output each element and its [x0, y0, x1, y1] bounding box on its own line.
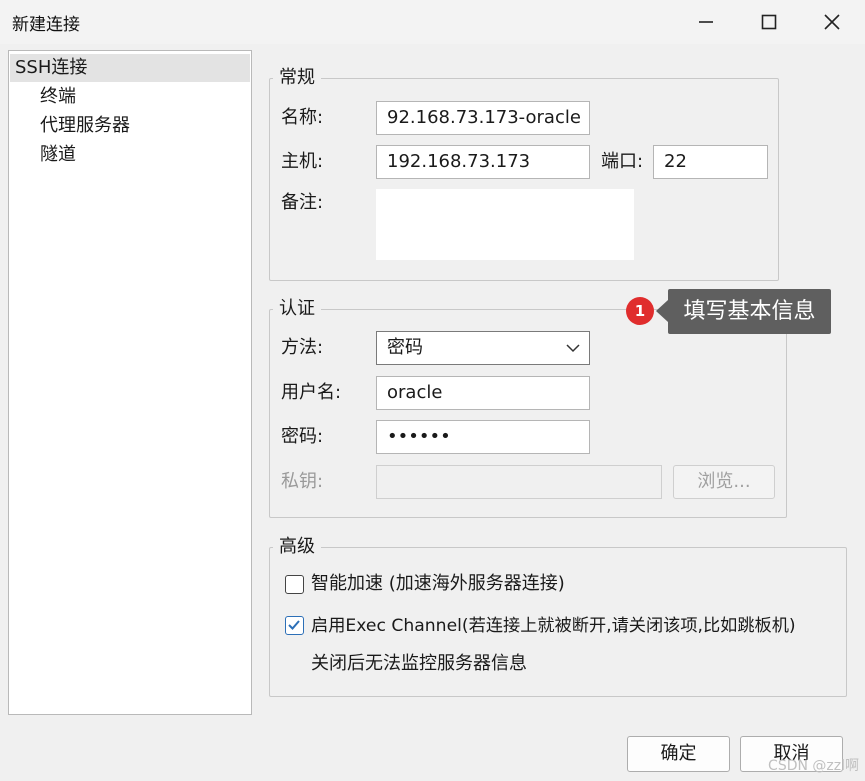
- private-key-label: 私钥:: [281, 471, 324, 492]
- annotation-tooltip: 填写基本信息: [656, 289, 831, 334]
- exec-channel-label: 启用Exec Channel(若连接上就被断开,请关闭该项,比如跳板机): [311, 616, 796, 636]
- tree-item-terminal[interactable]: 终端: [40, 83, 76, 111]
- exec-channel-note: 关闭后无法监控服务器信息: [311, 653, 527, 674]
- auth-legend: 认证: [273, 298, 321, 320]
- name-label: 名称:: [281, 107, 324, 128]
- category-tree: SSH连接 终端 代理服务器 隧道: [8, 50, 252, 715]
- chevron-down-icon: [566, 344, 580, 353]
- smart-accel-checkbox[interactable]: [285, 575, 304, 594]
- smart-accel-label: 智能加速 (加速海外服务器连接): [311, 573, 565, 594]
- exec-channel-checkbox[interactable]: [285, 616, 304, 635]
- title-bar: 新建连接: [0, 0, 865, 44]
- method-select[interactable]: 密码: [376, 331, 590, 365]
- minimize-button[interactable]: [686, 6, 726, 38]
- checkmark-icon: [288, 620, 300, 630]
- watermark: CSDN @zzl啊: [768, 758, 859, 774]
- tree-item-tunnel[interactable]: 隧道: [40, 141, 76, 169]
- port-input[interactable]: 22: [653, 145, 768, 179]
- step-badge: 1: [626, 297, 654, 325]
- maximize-icon: [761, 14, 777, 30]
- username-label: 用户名:: [281, 382, 342, 403]
- close-icon: [824, 14, 840, 30]
- host-label: 主机:: [281, 151, 324, 172]
- private-key-input[interactable]: [376, 465, 662, 499]
- username-input[interactable]: oracle: [376, 376, 590, 410]
- port-label: 端口:: [601, 151, 644, 172]
- minimize-icon: [699, 21, 713, 23]
- method-label: 方法:: [281, 337, 324, 358]
- note-textarea[interactable]: [376, 189, 634, 260]
- tree-item-proxy[interactable]: 代理服务器: [40, 112, 130, 140]
- password-input[interactable]: ••••••: [376, 420, 590, 454]
- method-value: 密码: [387, 337, 423, 358]
- general-legend: 常规: [273, 67, 321, 89]
- advanced-legend: 高级: [273, 536, 321, 558]
- host-input[interactable]: 192.168.73.173: [376, 145, 590, 179]
- maximize-button[interactable]: [749, 6, 789, 38]
- browse-button[interactable]: 浏览...: [673, 465, 775, 499]
- note-label: 备注:: [281, 192, 324, 213]
- window-title: 新建连接: [12, 15, 80, 35]
- ok-button[interactable]: 确定: [627, 736, 730, 772]
- name-input[interactable]: 92.168.73.173-oracle: [376, 101, 590, 135]
- close-button[interactable]: [812, 6, 852, 38]
- password-label: 密码:: [281, 426, 324, 447]
- tree-item-ssh[interactable]: SSH连接: [10, 54, 250, 82]
